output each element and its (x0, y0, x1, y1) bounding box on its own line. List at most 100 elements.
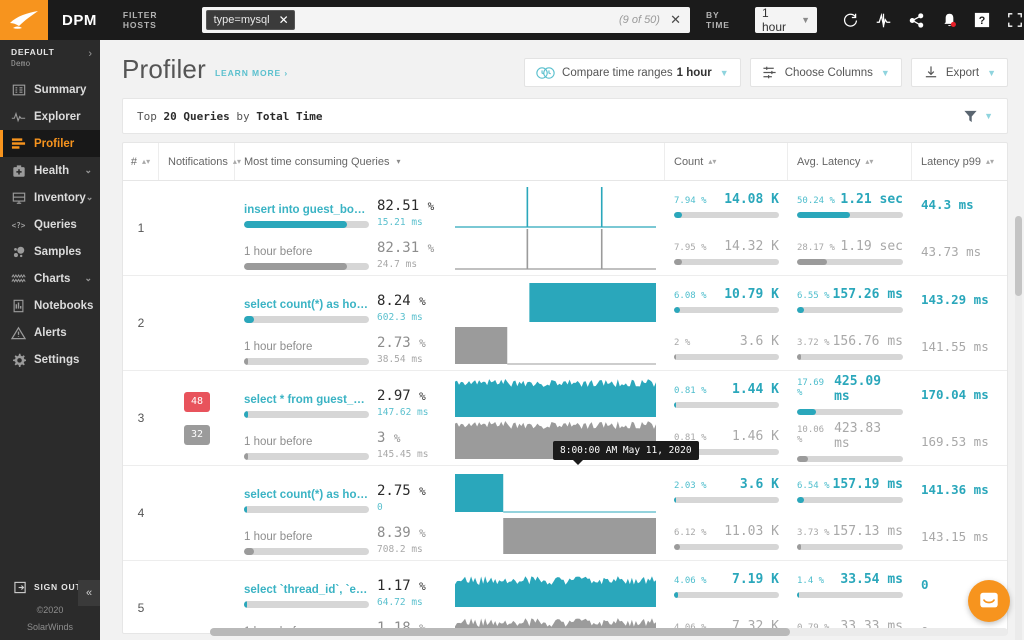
sidebar-item-summary[interactable]: Summary (0, 76, 100, 103)
alerts-icon (10, 326, 27, 340)
query-row-current: select `thread_id`, `even…1.17 %64.72 ms (244, 566, 656, 608)
query-subvalue: 0 (377, 502, 449, 513)
left-sidebar: DEFAULT Demo › Summary (0, 40, 100, 640)
query-progress-bar (244, 221, 369, 228)
query-label-block: 1 hour before (244, 436, 369, 460)
query-values: 82.31 %24.7 ms (377, 240, 449, 270)
metric-avg: 28.17 %1.19 sec (797, 228, 903, 275)
sidebar-item-settings[interactable]: Settings (0, 346, 100, 373)
filter-funnel-button[interactable]: ▼ (963, 109, 993, 124)
column-header-latency-p99[interactable]: Latency p99 ▴▾ (912, 143, 1007, 180)
metric-line: 2.03 %3.6 K (674, 477, 779, 492)
query-progress-bar (244, 506, 369, 513)
query-text[interactable]: select count(*) as hour_… (244, 299, 369, 311)
notification-badge[interactable]: 48 (184, 392, 210, 412)
filter-chip-remove-icon[interactable]: ✕ (279, 14, 289, 26)
sparkline-current[interactable] (455, 186, 656, 228)
horizontal-scrollbar-thumb[interactable] (210, 628, 790, 636)
row-latency-p99: 141.36 ms143.15 ms (912, 466, 1007, 560)
table-header-row: # ▴▾ Notifications ▴▾ Most time consumin… (123, 143, 1007, 181)
explorer-icon (10, 110, 27, 124)
sidebar-item-notebooks[interactable]: Notebooks (0, 292, 100, 319)
query-text: 1 hour before (244, 341, 369, 353)
query-text[interactable]: insert into guest_book (… (244, 204, 369, 216)
sidebar-item-explorer[interactable]: Explorer (0, 103, 100, 130)
metric-bar (797, 259, 903, 265)
org-switcher[interactable]: DEFAULT Demo › (0, 40, 100, 76)
time-range-select[interactable]: 1 hour ▼ (755, 7, 817, 33)
sparkline-current[interactable] (455, 471, 656, 513)
sidebar-item-inventory[interactable]: Inventory ⌄ (0, 184, 100, 211)
sort-mid: by (236, 110, 249, 123)
column-header-notifications[interactable]: Notifications ▴▾ (159, 143, 235, 180)
sidebar-item-charts[interactable]: Charts ⌄ (0, 265, 100, 292)
row-count: 2.03 %3.6 K6.12 %11.03 K (665, 466, 788, 560)
learn-more-link[interactable]: LEARN MORE › (215, 68, 288, 78)
sidebar-item-alerts[interactable]: Alerts (0, 319, 100, 346)
fullscreen-icon[interactable] (1006, 11, 1024, 29)
sort-count[interactable]: 20 Queries (164, 110, 230, 123)
activity-icon[interactable] (874, 11, 892, 29)
table-row[interactable]: 5select `thread_id`, `even…1.17 %64.72 m… (123, 561, 1007, 633)
filter-clear-icon[interactable]: ✕ (670, 12, 681, 28)
row-rank: 3 (123, 371, 159, 465)
filter-chip[interactable]: type=mysql ✕ (206, 10, 295, 30)
sparkline-previous[interactable] (455, 513, 656, 555)
metric-count: 2 %3.6 K (674, 323, 779, 370)
query-row-current: insert into guest_book (…82.51 %15.21 ms (244, 186, 656, 228)
solarwinds-logo[interactable] (0, 0, 48, 40)
profiler-app: DPM FILTER HOSTS type=mysql ✕ (9 of 50) … (0, 0, 1024, 640)
row-count: 4.06 %7.19 K4.06 %7.32 K (665, 561, 788, 633)
table-row[interactable]: 4select count(*) as hour_…2.75 %01 hour … (123, 466, 1007, 561)
query-percent: 82.51 % (377, 198, 449, 214)
bell-icon[interactable] (940, 11, 958, 29)
metric-percent: 0.81 % (674, 386, 707, 396)
query-text[interactable]: select `thread_id`, `even… (244, 584, 369, 596)
query-progress-bar (244, 263, 369, 270)
sparkline-previous[interactable] (455, 228, 656, 270)
query-percent: 8.24 % (377, 293, 449, 309)
vertical-scrollbar[interactable] (1015, 216, 1022, 640)
metric-line: 6.08 %10.79 K (674, 287, 779, 302)
column-header-avg-latency[interactable]: Avg. Latency ▴▾ (788, 143, 912, 180)
query-text[interactable]: select count(*) as hour_… (244, 489, 369, 501)
sparkline-current[interactable] (455, 566, 656, 608)
filter-hosts-input[interactable]: type=mysql ✕ (9 of 50) ✕ (202, 7, 690, 33)
refresh-icon[interactable] (841, 11, 859, 29)
sidebar-item-health[interactable]: Health ⌄ (0, 157, 100, 184)
support-chat-button[interactable] (968, 580, 1010, 622)
sidebar-item-profiler[interactable]: Profiler (0, 130, 100, 157)
metric-value: 156.76 ms (833, 334, 903, 349)
svg-text:?: ? (979, 15, 986, 27)
sparkline-previous[interactable] (455, 323, 656, 365)
sort-metric[interactable]: Total Time (256, 110, 322, 123)
share-icon[interactable] (907, 11, 925, 29)
vertical-scrollbar-thumb[interactable] (1015, 216, 1022, 296)
column-header-queries[interactable]: Most time consuming Queries ▾ (235, 143, 665, 180)
metric-value: 425.09 ms (834, 374, 903, 404)
collapse-sidebar-button[interactable]: « (78, 580, 100, 606)
sidebar-item-samples[interactable]: Samples (0, 238, 100, 265)
column-header-count[interactable]: Count ▴▾ (665, 143, 788, 180)
table-row[interactable]: 1insert into guest_book (…82.51 %15.21 m… (123, 181, 1007, 276)
sort-icon: ▴▾ (142, 158, 150, 165)
sidebar-item-label: Explorer (34, 111, 81, 123)
filter-count-label: (9 of 50) (619, 14, 660, 26)
sidebar-item-queries[interactable]: <?> Queries (0, 211, 100, 238)
metric-line: 10.06 %423.83 ms (797, 421, 903, 451)
metric-percent: 3.73 % (797, 528, 830, 538)
help-icon[interactable]: ? (973, 11, 991, 29)
metric-percent: 3.72 % (797, 338, 830, 348)
horizontal-scrollbar[interactable] (210, 628, 1008, 636)
export-button[interactable]: Export ▼ (911, 58, 1008, 87)
query-text[interactable]: select * from guest_boo… (244, 394, 369, 406)
query-subvalue: 64.72 ms (377, 597, 449, 608)
compare-time-ranges-button[interactable]: Compare time ranges 1 hour ▼ (524, 58, 741, 87)
sparkline-current[interactable] (455, 376, 656, 418)
metric-line: 3.72 %156.76 ms (797, 334, 903, 349)
choose-columns-button[interactable]: Choose Columns ▼ (750, 58, 902, 87)
sparkline-current[interactable] (455, 281, 656, 323)
notification-badge[interactable]: 32 (184, 425, 210, 445)
column-header-rank[interactable]: # ▴▾ (123, 143, 159, 180)
table-row[interactable]: 2select count(*) as hour_…8.24 %602.3 ms… (123, 276, 1007, 371)
